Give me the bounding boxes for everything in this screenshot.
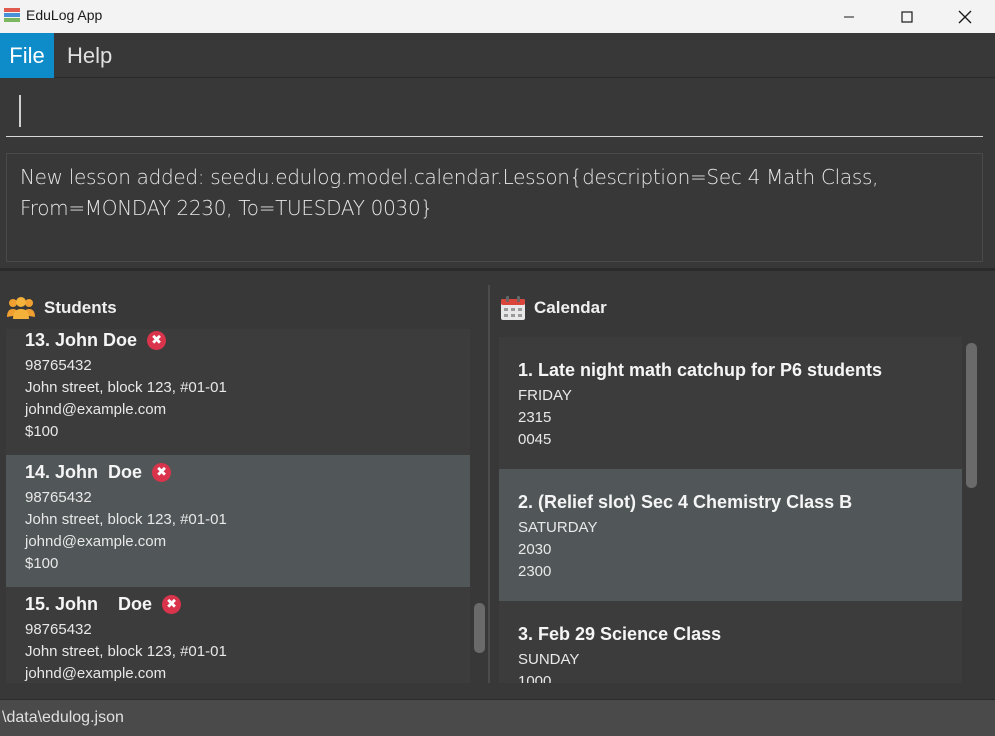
- student-card[interactable]: 14. John Doe ✖ 98765432 John street, blo…: [6, 455, 470, 587]
- lesson-day: SATURDAY: [518, 519, 598, 536]
- lesson-start: 1000: [518, 673, 552, 683]
- lesson-card[interactable]: 1. Late night math catchup for P6 studen…: [499, 337, 962, 469]
- student-phone: 98765432: [25, 621, 92, 638]
- split-pane-divider[interactable]: [488, 285, 490, 683]
- student-phone: 98765432: [25, 357, 92, 374]
- result-display[interactable]: New lesson added: seedu.edulog.model.cal…: [6, 153, 983, 262]
- student-address: John street, block 123, #01-01: [25, 379, 227, 396]
- lesson-title: 3. Feb 29 Science Class: [518, 623, 722, 644]
- menu-bar: File Help: [0, 33, 995, 78]
- app-books-icon: [4, 8, 20, 22]
- lesson-end: 2300: [518, 563, 552, 580]
- calendar-header: Calendar: [500, 293, 607, 323]
- maximize-button[interactable]: [878, 0, 936, 33]
- lesson-start: 2315: [518, 409, 552, 426]
- minimize-button[interactable]: [820, 0, 878, 33]
- close-button[interactable]: [936, 0, 994, 33]
- student-email: johnd@example.com: [25, 401, 167, 418]
- calendar-icon: [501, 296, 525, 320]
- calendar-header-label: Calendar: [534, 298, 607, 317]
- lesson-end: 0045: [518, 431, 552, 448]
- delete-icon[interactable]: ✖: [162, 594, 182, 614]
- result-text: New lesson added: seedu.edulog.model.cal…: [20, 165, 879, 220]
- lesson-card[interactable]: 3. Feb 29 Science Class SUNDAY 1000: [499, 601, 962, 683]
- status-bar: \data\edulog.json: [0, 699, 995, 736]
- student-address: John street, block 123, #01-01: [25, 643, 227, 660]
- menu-help[interactable]: Help: [55, 33, 124, 78]
- maximize-icon: [901, 10, 913, 23]
- delete-icon[interactable]: ✖: [147, 330, 167, 350]
- lesson-title: 2. (Relief slot) Sec 4 Chemistry Class B: [518, 491, 853, 512]
- student-list[interactable]: 13. John Doe ✖ 98765432 John street, blo…: [6, 329, 470, 683]
- menu-file[interactable]: File: [0, 33, 54, 78]
- student-email: johnd@example.com: [25, 533, 167, 550]
- close-icon: [958, 10, 972, 23]
- lesson-list-scrollbar[interactable]: [966, 343, 977, 488]
- lesson-day: FRIDAY: [518, 387, 572, 404]
- student-address: John street, block 123, #01-01: [25, 511, 227, 528]
- students-header-label: Students: [44, 298, 117, 317]
- lesson-title: 1. Late night math catchup for P6 studen…: [518, 359, 883, 380]
- student-card[interactable]: 13. John Doe ✖ 98765432 John street, blo…: [6, 329, 470, 455]
- student-name: 14. John Doe: [25, 461, 143, 482]
- students-header: Students: [6, 293, 117, 323]
- student-fee: $100: [25, 423, 59, 440]
- command-area: [0, 79, 995, 145]
- student-card[interactable]: 15. John Doe ✖ 98765432 John street, blo…: [6, 587, 470, 683]
- text-caret: [19, 95, 21, 127]
- student-fee: $100: [25, 555, 59, 572]
- lesson-day: SUNDAY: [518, 651, 580, 668]
- minimize-icon: [844, 16, 854, 17]
- student-name: 13. John Doe: [25, 329, 138, 350]
- people-icon: [7, 297, 35, 319]
- student-email: johnd@example.com: [25, 665, 167, 682]
- lesson-card[interactable]: 2. (Relief slot) Sec 4 Chemistry Class B…: [499, 469, 962, 601]
- student-list-scrollbar[interactable]: [474, 603, 485, 653]
- lesson-start: 2030: [518, 541, 552, 558]
- command-input[interactable]: [6, 87, 983, 137]
- student-phone: 98765432: [25, 489, 92, 506]
- save-location: \data\edulog.json: [2, 709, 124, 726]
- title-bar: EduLog App: [0, 0, 995, 33]
- delete-icon[interactable]: ✖: [152, 462, 172, 482]
- pane-divider: [0, 268, 995, 271]
- window-title: EduLog App: [26, 7, 103, 23]
- lesson-list[interactable]: 1. Late night math catchup for P6 studen…: [499, 337, 962, 683]
- student-name: 15. John Doe: [25, 593, 153, 614]
